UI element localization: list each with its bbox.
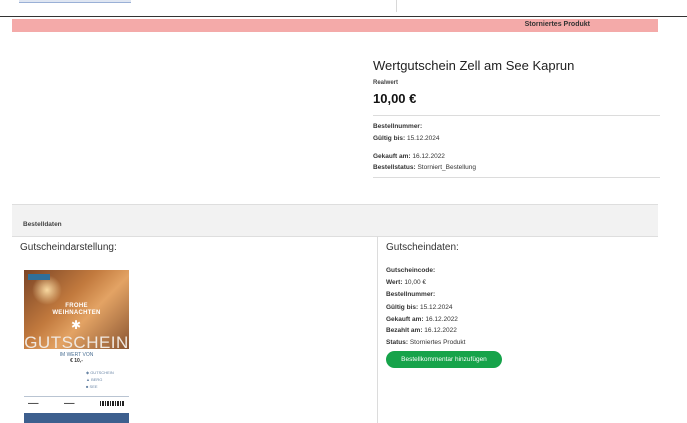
detail-label: Bezahlt am: bbox=[386, 327, 423, 334]
top-rule bbox=[0, 16, 687, 17]
bought-row: Gekauft am: 16.12.2022 bbox=[373, 153, 445, 160]
section-title: Bestelldaten bbox=[23, 221, 62, 228]
voucher-feature: ◆ GUTSCHEIN bbox=[86, 370, 114, 375]
top-divider bbox=[396, 0, 397, 12]
detail-label: Wert: bbox=[386, 279, 403, 286]
detail-row: Wert: 10,00 € bbox=[386, 279, 426, 286]
valid-until-row: Gültig bis: 15.12.2024 bbox=[373, 135, 440, 142]
detail-row: Gutscheincode: bbox=[386, 267, 435, 274]
divider bbox=[373, 115, 660, 116]
order-data-section-header: Bestelldaten bbox=[12, 204, 658, 237]
detail-row: Bezahlt am: 16.12.2022 bbox=[386, 327, 457, 334]
detail-value: 10,00 € bbox=[404, 279, 426, 286]
detail-label: Status: bbox=[386, 339, 409, 346]
detail-label: Gekauft am: bbox=[386, 316, 424, 323]
voucher-feature-label: GUTSCHEIN bbox=[90, 370, 114, 375]
column-divider bbox=[377, 236, 378, 423]
detail-label: Gültig bis: bbox=[386, 304, 419, 311]
voucher-amount: € 10,- bbox=[70, 358, 83, 364]
voucher-fineprint: ▬▬▬ bbox=[28, 401, 39, 405]
voucher-data-heading: Gutscheindaten: bbox=[386, 242, 459, 253]
detail-value: 16.12.2022 bbox=[424, 327, 457, 334]
order-number-row: Bestellnummer: bbox=[373, 123, 422, 130]
bought-label: Gekauft am: bbox=[373, 153, 411, 160]
detail-row: Status: Storniertes Produkt bbox=[386, 339, 465, 346]
order-status-label: Bestellstatus: bbox=[373, 164, 416, 171]
price-label: Realwert bbox=[373, 80, 399, 86]
cancelled-banner-label: Storniertes Produkt bbox=[524, 21, 590, 28]
voucher-feature: ■ SEE bbox=[86, 384, 98, 389]
order-status-row: Bestellstatus: Storniert_Bestellung bbox=[373, 164, 476, 171]
product-title: Wertgutschein Zell am See Kaprun bbox=[373, 58, 575, 73]
voucher-feature: ▲ BERG bbox=[86, 377, 103, 382]
top-tab[interactable] bbox=[19, 0, 131, 3]
voucher-feature-label: BERG bbox=[91, 377, 103, 382]
snowflake-icon: ✱ bbox=[71, 318, 82, 332]
cancelled-banner: Storniertes Produkt bbox=[12, 19, 658, 32]
voucher-preview-heading: Gutscheindarstellung: bbox=[20, 242, 117, 253]
voucher-greeting-top: FROHE bbox=[65, 303, 88, 309]
valid-until-value: 15.12.2024 bbox=[406, 135, 440, 142]
detail-label: Gutscheincode: bbox=[386, 267, 436, 274]
voucher-greeting-bottom: WEIHNACHTEN bbox=[52, 310, 101, 316]
detail-row: Gekauft am: 16.12.2022 bbox=[386, 316, 458, 323]
detail-row: Gültig bis: 15.12.2024 bbox=[386, 304, 453, 311]
detail-row: Bestellnummer: bbox=[386, 291, 435, 298]
voucher-feature-label: SEE bbox=[89, 384, 98, 389]
detail-label: Bestellnummer: bbox=[386, 291, 436, 298]
bought-value: 16.12.2022 bbox=[412, 153, 445, 160]
voucher-footer bbox=[24, 413, 129, 423]
divider bbox=[373, 177, 660, 178]
valid-until-label: Gültig bis: bbox=[373, 135, 406, 142]
voucher-word: GUTSCHEIN bbox=[24, 333, 129, 352]
add-order-comment-button[interactable]: Bestellkommentar hinzufügen bbox=[386, 351, 502, 368]
detail-value: 16.12.2022 bbox=[425, 316, 458, 323]
top-toolbar bbox=[0, 0, 687, 17]
voucher-preview-image: FROHE WEIHNACHTEN ✱ GUTSCHEIN IM WERT VO… bbox=[24, 270, 129, 423]
order-status-value: Storniert_Bestellung bbox=[417, 164, 476, 171]
barcode-icon bbox=[100, 401, 124, 406]
voucher-fineprint: ▬▬▬ bbox=[64, 401, 75, 405]
brand-logo bbox=[28, 274, 50, 280]
order-number-label: Bestellnummer: bbox=[373, 123, 423, 130]
voucher-rule bbox=[24, 396, 129, 397]
detail-value: 15.12.2024 bbox=[419, 304, 453, 311]
detail-value: Storniertes Produkt bbox=[409, 339, 466, 346]
product-price: 10,00 € bbox=[373, 91, 417, 106]
